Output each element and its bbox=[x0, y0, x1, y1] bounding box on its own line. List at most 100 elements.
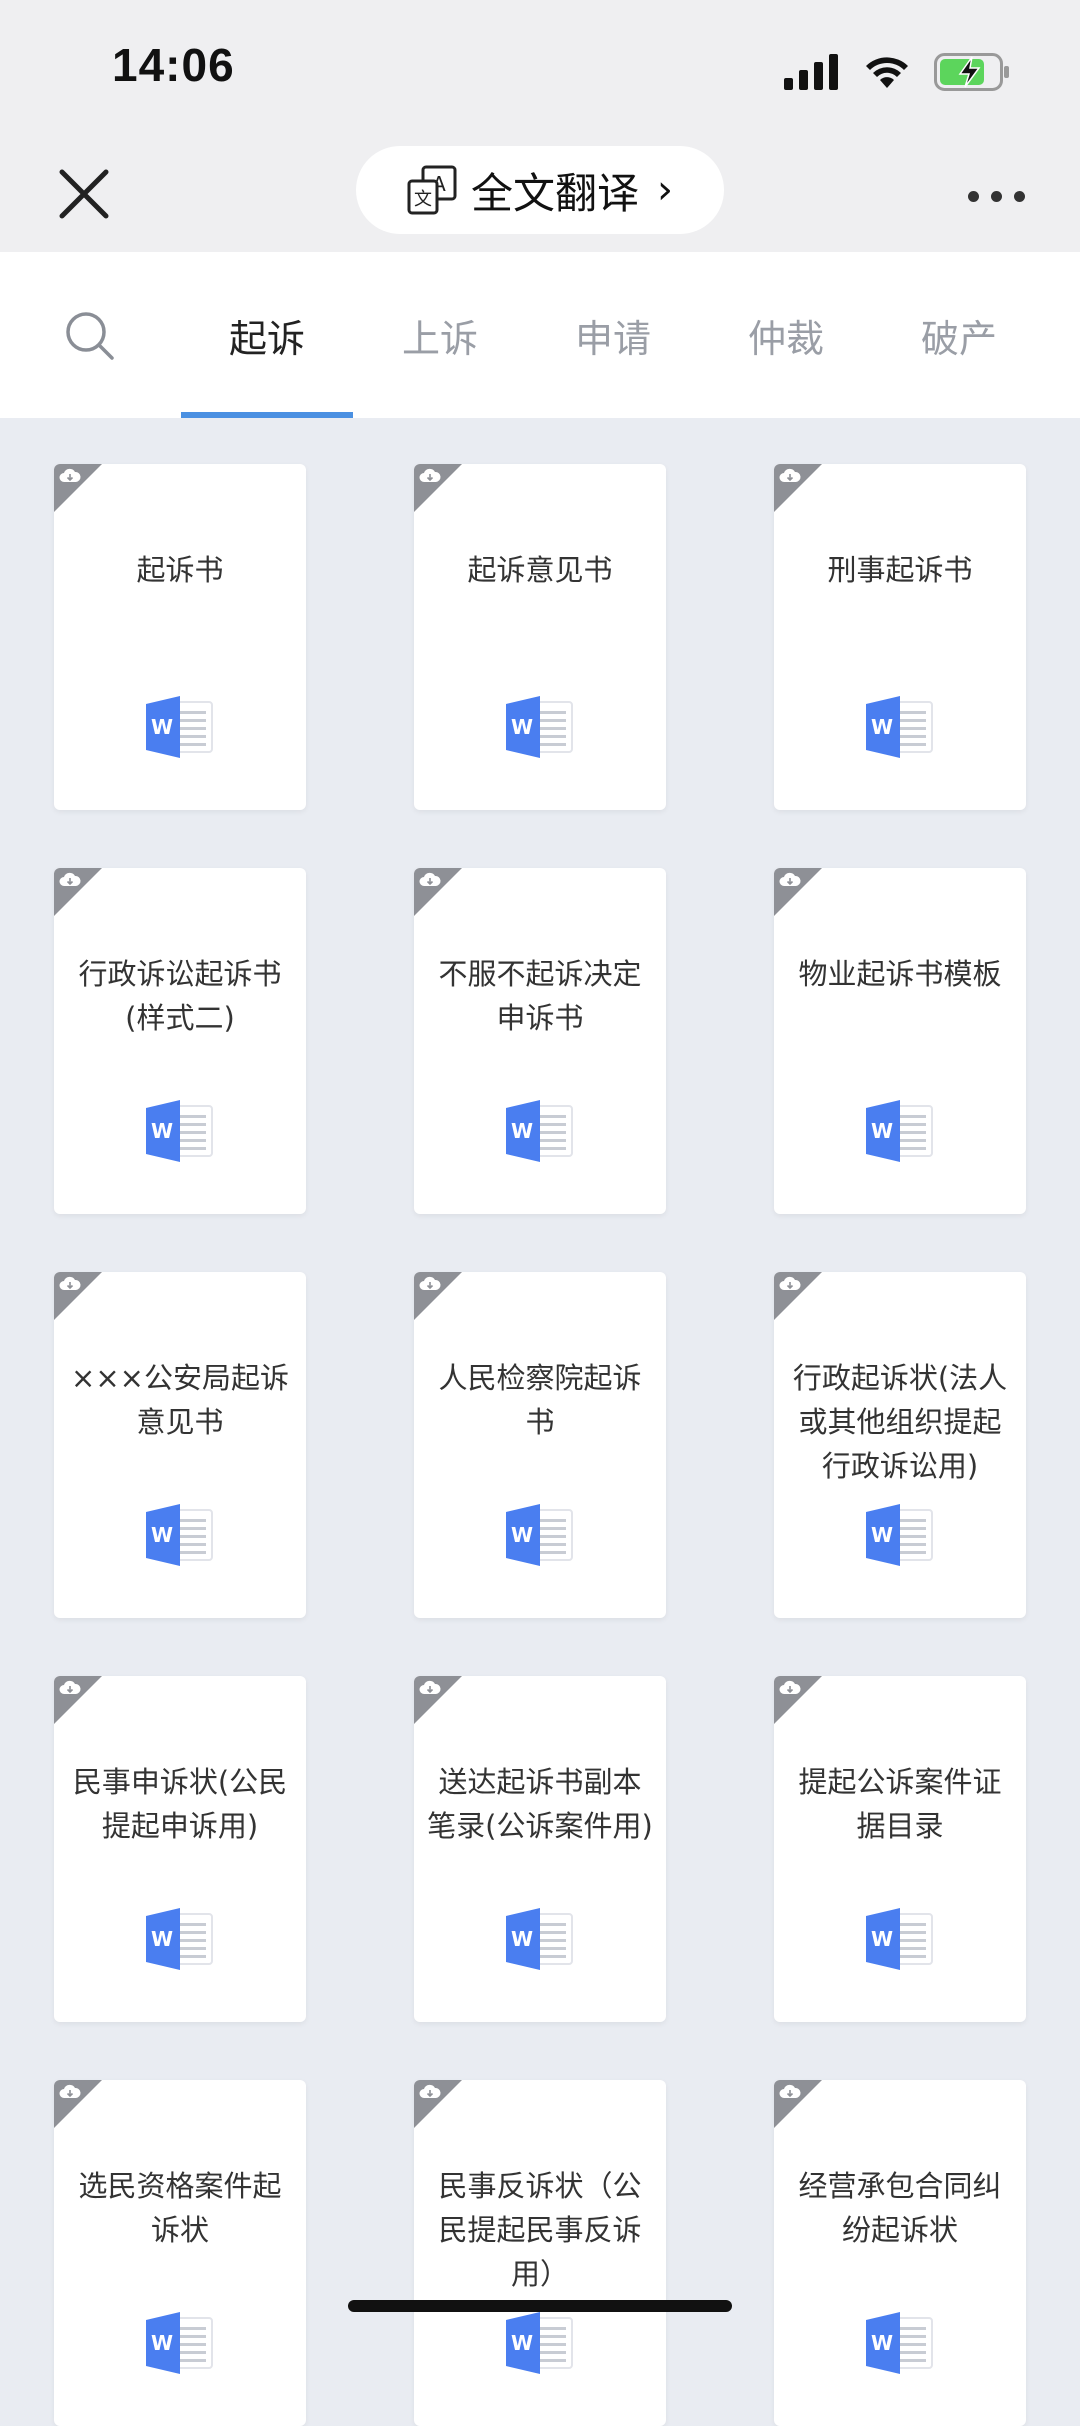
document-title: 民事申诉状(公民提起申诉用) bbox=[72, 1765, 288, 1843]
word-icon-wrap: W bbox=[144, 2310, 216, 2376]
document-title: 不服不起诉决定申诉书 bbox=[438, 957, 642, 1035]
search-icon bbox=[66, 312, 114, 360]
document-title: 送达起诉书副本笔录(公诉案件用) bbox=[427, 1765, 653, 1843]
tab-1[interactable]: 上诉 bbox=[354, 252, 526, 418]
cloud-download-icon bbox=[779, 1276, 801, 1290]
word-icon-wrap: W bbox=[144, 1098, 216, 1164]
document-card[interactable]: 选民资格案件起诉状 W bbox=[54, 2080, 306, 2426]
word-doc-icon: W bbox=[866, 1504, 933, 1566]
word-icon-wrap: W bbox=[864, 1906, 936, 1972]
word-doc-icon: W bbox=[146, 1908, 213, 1970]
cloud-download-icon bbox=[419, 468, 441, 482]
document-card[interactable]: 不服不起诉决定申诉书 W bbox=[414, 868, 666, 1214]
word-doc-icon: W bbox=[866, 2312, 933, 2374]
document-card[interactable]: 行政诉讼起诉书(样式二) W bbox=[54, 868, 306, 1214]
document-title: 选民资格案件起诉状 bbox=[78, 2169, 282, 2247]
document-title: 民事反诉状（公民提起民事反诉用） bbox=[438, 2169, 642, 2291]
svg-text:W: W bbox=[871, 1523, 893, 1547]
document-card[interactable]: 送达起诉书副本笔录(公诉案件用) W bbox=[414, 1676, 666, 2022]
word-icon-wrap: W bbox=[864, 2310, 936, 2376]
word-doc-icon: W bbox=[146, 2312, 213, 2374]
document-card[interactable]: 人民检察院起诉书 W bbox=[414, 1272, 666, 1618]
document-title: ×××公安局起诉意见书 bbox=[71, 1361, 289, 1439]
word-doc-icon: W bbox=[866, 1100, 933, 1162]
word-doc-icon: W bbox=[506, 696, 573, 758]
document-card[interactable]: 民事申诉状(公民提起申诉用) W bbox=[54, 1676, 306, 2022]
word-icon-wrap: W bbox=[504, 1906, 576, 1972]
word-icon-wrap: W bbox=[504, 1502, 576, 1568]
word-doc-icon: W bbox=[506, 1504, 573, 1566]
cloud-download-icon bbox=[59, 468, 81, 482]
close-button[interactable] bbox=[52, 162, 116, 226]
svg-text:W: W bbox=[511, 1927, 533, 1951]
document-title: 物业起诉书模板 bbox=[798, 957, 1002, 991]
document-card[interactable]: 刑事起诉书 W bbox=[774, 464, 1026, 810]
signal-icon bbox=[784, 54, 838, 90]
document-card[interactable]: ×××公安局起诉意见书 W bbox=[54, 1272, 306, 1618]
cloud-download-icon bbox=[779, 2084, 801, 2098]
status-time: 14:06 bbox=[112, 39, 235, 91]
status-bar: 14:06 bbox=[0, 0, 1080, 140]
document-card[interactable]: 起诉书 W bbox=[54, 464, 306, 810]
translate-icon: A 文 bbox=[407, 165, 457, 215]
word-icon-wrap: W bbox=[864, 1098, 936, 1164]
document-card[interactable]: 提起公诉案件证据目录 W bbox=[774, 1676, 1026, 2022]
word-doc-icon: W bbox=[506, 2312, 573, 2374]
cloud-download-icon bbox=[779, 1680, 801, 1694]
cloud-download-icon bbox=[59, 1276, 81, 1290]
document-title: 经营承包合同纠纷起诉状 bbox=[798, 2169, 1002, 2247]
full-text-translate-button[interactable]: A 文 全文翻译 › bbox=[356, 146, 724, 234]
svg-text:W: W bbox=[871, 1119, 893, 1143]
word-icon-wrap: W bbox=[504, 694, 576, 760]
word-doc-icon: W bbox=[866, 696, 933, 758]
close-icon bbox=[59, 169, 109, 219]
svg-text:W: W bbox=[871, 2331, 893, 2355]
word-icon-wrap: W bbox=[864, 1502, 936, 1568]
status-icons bbox=[784, 48, 1010, 96]
document-title: 提起公诉案件证据目录 bbox=[798, 1765, 1002, 1843]
word-doc-icon: W bbox=[506, 1100, 573, 1162]
document-card[interactable]: 行政起诉状(法人或其他组织提起行政诉讼用) W bbox=[774, 1272, 1026, 1618]
cloud-download-icon bbox=[59, 872, 81, 886]
svg-text:W: W bbox=[511, 1523, 533, 1547]
cloud-download-icon bbox=[59, 2084, 81, 2098]
svg-text:W: W bbox=[151, 715, 173, 739]
word-icon-wrap: W bbox=[144, 694, 216, 760]
wifi-icon bbox=[866, 57, 908, 88]
nav-bar: A 文 全文翻译 › bbox=[0, 140, 1080, 252]
tab-0[interactable]: 起诉 bbox=[181, 252, 353, 418]
document-card[interactable]: 民事反诉状（公民提起民事反诉用） W bbox=[414, 2080, 666, 2426]
svg-text:W: W bbox=[871, 1927, 893, 1951]
dot-icon bbox=[968, 190, 979, 202]
svg-text:W: W bbox=[151, 1119, 173, 1143]
document-card[interactable]: 经营承包合同纠纷起诉状 W bbox=[774, 2080, 1026, 2426]
tab-4[interactable]: 破产 bbox=[873, 252, 1045, 418]
tab-3[interactable]: 仲裁 bbox=[700, 252, 872, 418]
cloud-download-icon bbox=[419, 872, 441, 886]
document-title: 行政诉讼起诉书(样式二) bbox=[78, 957, 282, 1035]
word-icon-wrap: W bbox=[504, 2310, 576, 2376]
tab-2[interactable]: 申请 bbox=[527, 252, 699, 418]
cloud-download-icon bbox=[419, 2084, 441, 2098]
svg-text:W: W bbox=[151, 1927, 173, 1951]
svg-text:文: 文 bbox=[414, 189, 432, 210]
svg-text:W: W bbox=[151, 1523, 173, 1547]
cloud-download-icon bbox=[59, 1680, 81, 1694]
word-icon-wrap: W bbox=[144, 1502, 216, 1568]
word-doc-icon: W bbox=[146, 1100, 213, 1162]
document-card[interactable]: 起诉意见书 W bbox=[414, 464, 666, 810]
cloud-download-icon bbox=[419, 1276, 441, 1290]
document-title: 人民检察院起诉书 bbox=[438, 1361, 642, 1439]
search-button[interactable] bbox=[62, 308, 118, 364]
battery-charging-icon bbox=[934, 53, 1009, 91]
svg-text:W: W bbox=[151, 2331, 173, 2355]
svg-text:W: W bbox=[511, 1119, 533, 1143]
document-title: 起诉意见书 bbox=[467, 553, 613, 587]
more-options-button[interactable] bbox=[968, 178, 1028, 214]
document-title: 起诉书 bbox=[136, 553, 224, 587]
document-card[interactable]: 物业起诉书模板 W bbox=[774, 868, 1026, 1214]
cloud-download-icon bbox=[779, 468, 801, 482]
word-icon-wrap: W bbox=[504, 1098, 576, 1164]
word-doc-icon: W bbox=[506, 1908, 573, 1970]
cloud-download-icon bbox=[419, 1680, 441, 1694]
